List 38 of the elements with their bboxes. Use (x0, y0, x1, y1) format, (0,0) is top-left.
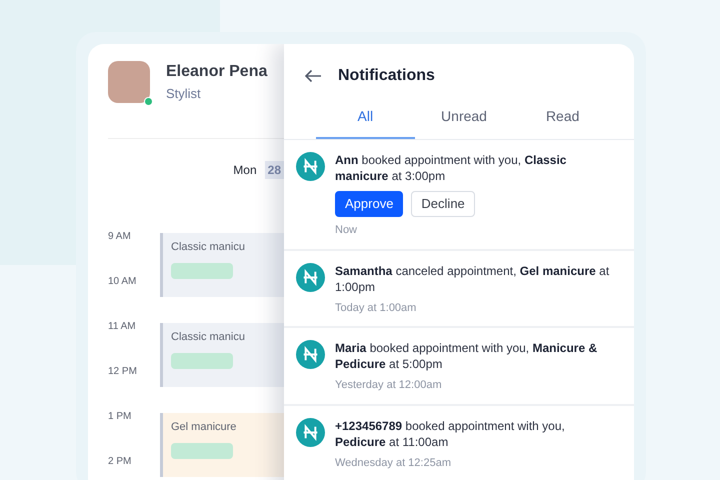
time-label: 10 AM (108, 274, 138, 288)
time-label: 11 AM (108, 320, 137, 334)
notification-time: Today at 1:00am (335, 300, 418, 316)
logo-icon (296, 340, 325, 369)
time-label: 2 PM (108, 454, 132, 468)
appointment-block[interactable]: Gel manicure (160, 412, 284, 476)
notification-time: Yesterday at 12:00am (335, 378, 443, 393)
notification-time: Wednesday at 12:25am (335, 456, 452, 470)
status-tag (171, 443, 233, 459)
tab[interactable]: Unread (414, 98, 514, 139)
appointment-title: Classic manicu (171, 240, 246, 254)
appointment-title: Classic manicu (171, 330, 246, 344)
notification-text: Samantha canceled appointment, Gel manicure at 1:00pm (335, 262, 610, 294)
status-tag (171, 263, 233, 279)
appointment-title: Gel manicure (171, 420, 238, 434)
logo-icon (296, 262, 325, 292)
notification-text: +123456789 booked appointment with you, Pedicure at 11:00am (335, 418, 566, 450)
logo-icon (296, 418, 325, 446)
time-label: 9 AM (108, 230, 132, 244)
profile-name: Eleanor Pena (166, 62, 268, 82)
status-tag (171, 353, 233, 369)
notification-text: Ann booked appointment with you, Classic manicure at 3:00pm (335, 152, 568, 184)
date-label: 28 (264, 160, 284, 178)
notification-text: Maria booked appointment with you, Manicure & Pedicure at 5:00pm (335, 340, 598, 372)
appointment-block[interactable]: Classic manicu (160, 232, 284, 296)
decline-button[interactable]: Decline (411, 191, 475, 217)
notification-time: Now (335, 223, 358, 238)
logo-icon (296, 152, 325, 181)
time-label: 12 PM (108, 364, 138, 378)
tab[interactable]: All (316, 98, 415, 139)
profile-role: Stylist (166, 85, 202, 103)
panel-title: Notifications (338, 66, 435, 86)
appointment-block[interactable]: Classic manicu (160, 322, 284, 386)
approve-button[interactable]: Approve (335, 191, 404, 217)
day-label: Mon (233, 162, 257, 178)
time-label: 1 PM (108, 410, 132, 424)
back-arrow-icon[interactable] (304, 69, 322, 83)
tab[interactable]: Read (513, 98, 612, 139)
